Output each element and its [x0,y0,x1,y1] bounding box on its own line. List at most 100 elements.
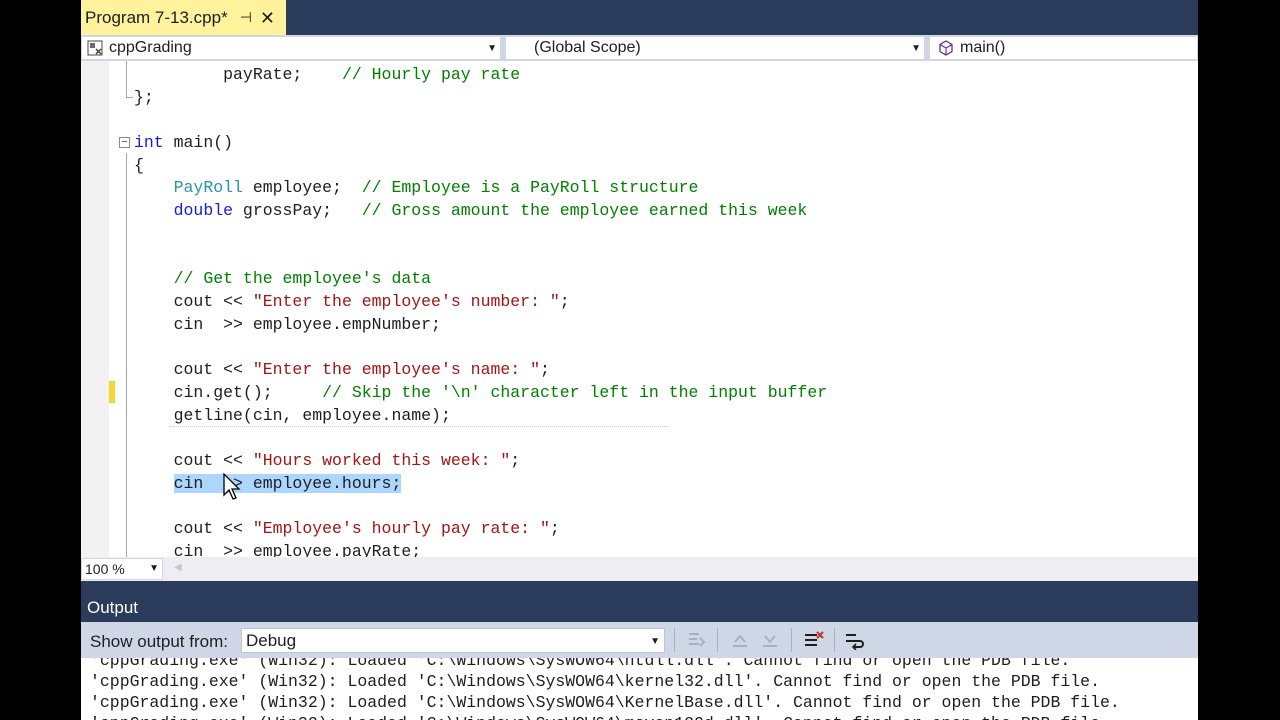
code-line: payRate; // Hourly pay rate [134,64,520,86]
toolbar-separator [717,628,718,652]
code-line: cout << "Enter the employee's number: "; [134,291,570,313]
code-token: "Hours worked this week: " [252,451,511,470]
output-line: 'cppGrading.exe' (Win32): Loaded 'C:\Win… [90,713,1110,720]
code-line: }; [134,87,154,109]
code-token: ; [559,292,570,311]
code-line: cin >> employee.empNumber; [134,314,441,336]
navigation-bar: cppGrading ▼ (Global Scope) ▼ main() [81,35,1198,61]
pin-icon[interactable]: ⊣ [240,9,252,26]
tab-title: Program 7-13.cpp* [85,7,228,27]
chevron-down-icon: ▼ [487,43,497,54]
unsaved-change-marker [109,381,115,403]
code-token: payRate; [134,65,342,84]
document-tab-strip: Program 7-13.cpp* ⊣ ✕ [81,0,1198,35]
outline-end-tick [126,97,133,98]
code-line: cin >> employee.payRate; [134,541,422,557]
code-token: cout << [134,451,253,470]
code-token: // Hourly pay rate [341,65,521,84]
editor-status-strip: 100 % ▼ ◀ [81,557,1198,581]
member-dropdown[interactable]: main() [929,36,1198,60]
output-panel-title: Output [87,598,139,617]
output-panel-header: Output [81,581,1198,622]
mouse-pointer-icon [223,473,241,500]
chevron-down-icon: ▼ [911,43,921,54]
code-line: cin.get(); // Skip the '\n' character le… [134,382,828,404]
code-token: getline(cin, employee.name); [134,406,451,425]
code-line: int main() [134,132,233,154]
zoom-level: 100 % [85,561,125,577]
document-tab[interactable]: Program 7-13.cpp* ⊣ ✕ [81,0,286,35]
code-line: getline(cin, employee.name); [134,405,451,427]
code-token: ; [510,451,521,470]
zoom-dropdown[interactable]: 100 % ▼ [81,558,163,580]
code-token: cin >> employee.empNumber; [134,315,441,334]
visual-studio-window: Program 7-13.cpp* ⊣ ✕ cppGrading ▼ (Glob… [81,0,1198,720]
code-token: double [173,201,234,220]
code-line: cout << "Enter the employee's name: "; [134,359,550,381]
code-token: grossPay; [233,201,362,220]
code-token: { [134,156,144,175]
code-token: // Employee is a PayRoll structure [361,178,699,197]
code-token: }; [134,88,154,107]
scope-dropdown[interactable]: (Global Scope) ▼ [505,36,925,60]
code-token: // Get the employee's data [173,269,432,288]
code-line: double grossPay; // Gross amount the emp… [134,200,808,222]
toolbar-separator [834,628,835,652]
output-toolbar: Show output from: Debug ▼ [81,622,1198,658]
chevron-down-icon: ▼ [149,563,159,574]
code-line: // Get the employee's data [134,268,431,290]
clear-all-icon[interactable] [803,630,825,650]
output-source-dropdown[interactable]: Debug ▼ [241,628,665,653]
code-token: cout << [134,292,253,311]
code-line: cout << "Hours worked this week: "; [134,450,521,472]
code-token: cout << [134,360,253,379]
find-message-icon[interactable] [685,630,707,650]
code-token: // Skip the '\n' character left in the i… [322,383,828,402]
toolbar-separator [791,628,792,652]
code-token: cin >> employee.hours; [173,474,402,493]
code-token: int [134,133,164,152]
code-line: { [134,155,144,177]
code-token: cin.get(); [134,383,323,402]
project-name: cppGrading [109,39,192,56]
code-token: PayRoll [173,178,243,197]
code-token: ; [549,519,560,538]
previous-message-icon[interactable] [729,630,751,650]
member-name: main() [960,39,1006,56]
show-output-label: Show output from: [90,632,228,651]
outline-line [126,61,127,97]
word-wrap-icon[interactable] [844,630,866,650]
output-line: 'cppGrading.exe' (Win32): Loaded 'C:\Win… [90,658,1071,670]
next-message-icon[interactable] [759,630,781,650]
indicator-margin [81,61,109,557]
code-token: cin >> employee.payRate; [134,542,422,557]
method-icon [939,40,953,56]
scope-name: (Global Scope) [534,39,641,56]
toolbar-separator [674,628,675,652]
code-editor[interactable]: − payRate; // Hourly pay rate}; int main(… [81,61,1198,557]
code-token: "Employee's hourly pay rate: " [252,519,550,538]
code-token: main() [163,133,234,152]
close-icon[interactable]: ✕ [260,9,275,27]
code-line: PayRoll employee; // Employee is a PayRo… [134,177,699,199]
chevron-down-icon: ▼ [650,636,660,647]
code-token: cout << [134,519,253,538]
code-token: // Gross amount the employee earned this… [361,201,808,220]
outline-line [126,153,127,557]
project-dropdown[interactable]: cppGrading ▼ [81,36,501,60]
code-token: "Enter the employee's number: " [252,292,560,311]
collapse-icon[interactable]: − [119,137,130,148]
output-text-area[interactable]: 'cppGrading.exe' (Win32): Loaded 'C:\Win… [81,658,1198,720]
code-token: employee; [242,178,362,197]
code-token: "Enter the employee's name: " [252,360,540,379]
code-line: cin >> employee.hours; [134,473,402,495]
code-line: cout << "Employee's hourly pay rate: "; [134,518,560,540]
output-line: 'cppGrading.exe' (Win32): Loaded 'C:\Win… [90,693,1120,712]
output-source-value: Debug [246,631,297,650]
scroll-left-icon[interactable]: ◀ [174,562,182,573]
code-token: ; [539,360,550,379]
